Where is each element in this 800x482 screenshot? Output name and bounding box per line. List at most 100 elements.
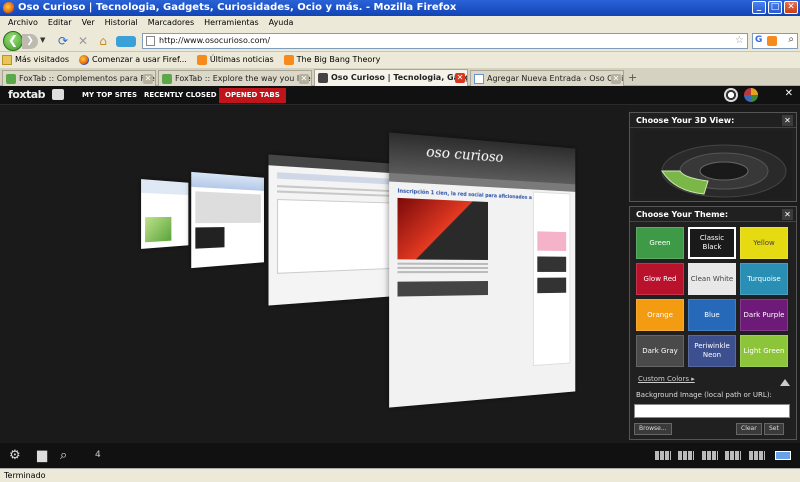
tab-preview-1[interactable]	[141, 179, 188, 249]
settings-gear-icon[interactable]: ⚙	[9, 448, 21, 463]
minimize-button[interactable]: _	[752, 1, 766, 14]
scroll-up-icon[interactable]	[780, 379, 790, 386]
preview-banner	[398, 198, 488, 260]
layout-grid-icon[interactable]	[702, 451, 718, 460]
theme-light-green[interactable]: Light Green	[740, 335, 788, 367]
theme-turquoise[interactable]: Turquoise	[740, 263, 788, 295]
tab-opened-tabs[interactable]: OPENED TABS	[219, 88, 286, 103]
firefox-window: Oso Curioso | Tecnologia, Gadgets, Curio…	[0, 0, 800, 482]
bookmark-big-bang-theory[interactable]: The Big Bang Theory	[284, 52, 381, 68]
tab-preview-oso-curioso[interactable]: oso curioso Inscripción 1 cien, la red s…	[389, 132, 575, 407]
briefcase-icon[interactable]: ▆	[37, 448, 47, 463]
foxtab-icon	[162, 74, 172, 84]
bookmark-ultimas-noticias[interactable]: Últimas noticias	[197, 52, 274, 68]
theme-glow-red[interactable]: Glow Red	[636, 263, 684, 295]
stop-icon[interactable]: ✕	[76, 34, 90, 48]
close-icon[interactable]: ✕	[782, 209, 793, 220]
tab-count: 4	[95, 450, 101, 460]
menu-marcadores[interactable]: Marcadores	[143, 16, 199, 30]
theme-orange[interactable]: Orange	[636, 299, 684, 331]
theme-yellow[interactable]: Yellow	[740, 227, 788, 259]
foxtab-icon	[6, 74, 16, 84]
menu-editar[interactable]: Editar	[43, 16, 77, 30]
bookmark-comenzar[interactable]: Comenzar a usar Firef...	[79, 52, 187, 68]
theme-periwinkle-neon[interactable]: Periwinkle Neon	[688, 335, 736, 367]
back-button[interactable]: ❮	[3, 31, 23, 51]
theme-blue[interactable]: Blue	[688, 299, 736, 331]
3d-view-dial[interactable]	[634, 131, 792, 199]
firefox-icon	[79, 55, 89, 65]
tabs-3d-stage: oso curioso Inscripción 1 cien, la red s…	[0, 105, 628, 443]
view-panel-title: Choose Your 3D View:	[636, 116, 734, 125]
foxtab-bottom-toolbar: ⚙ ▆ ⌕ 4	[0, 443, 800, 468]
background-image-input[interactable]	[634, 404, 790, 418]
foxtab-button-icon[interactable]	[116, 36, 136, 47]
menu-historial[interactable]: Historial	[100, 16, 143, 30]
maximize-button[interactable]: □	[768, 1, 782, 14]
tab-close-icon[interactable]: ✕	[611, 74, 621, 84]
folder-icon	[2, 55, 12, 65]
3d-view-selector[interactable]	[634, 131, 792, 199]
forward-button[interactable]: ❯	[22, 34, 38, 49]
menu-bar: Archivo Editar Ver Historial Marcadores …	[0, 16, 800, 30]
reload-icon[interactable]: ⟳	[56, 34, 70, 48]
url-text: http://www.osocurioso.com/	[159, 36, 270, 45]
tab-close-icon[interactable]: ✕	[143, 74, 153, 84]
google-icon: G	[755, 35, 762, 45]
layout-row-icon[interactable]	[678, 451, 694, 460]
layout-3d-icon[interactable]	[775, 451, 791, 460]
menu-ver[interactable]: Ver	[77, 16, 100, 30]
menu-herramientas[interactable]: Herramientas	[199, 16, 264, 30]
bookmark-star-icon[interactable]: ☆	[735, 34, 744, 48]
tab-preview-2[interactable]	[191, 172, 264, 268]
layout-stack-icon[interactable]	[749, 451, 765, 460]
close-window-button[interactable]: ✕	[784, 1, 798, 14]
close-foxtab-icon[interactable]: ✕	[785, 88, 793, 99]
theme-grid: Green Classic Black Yellow Glow Red Clean Wh…	[636, 227, 792, 367]
menu-archivo[interactable]: Archivo	[3, 16, 43, 30]
tab-foxtab-explore[interactable]: FoxTab :: Explore the way you like it ✕	[158, 70, 312, 86]
tab-oso-curioso[interactable]: Oso Curioso | Tecnologia, Gadget... ✕	[314, 69, 468, 86]
tab-close-icon[interactable]: ✕	[299, 74, 309, 84]
menu-ayuda[interactable]: Ayuda	[264, 16, 299, 30]
search-box[interactable]: G ⌕	[752, 33, 798, 49]
theme-green[interactable]: Green	[636, 227, 684, 259]
tab-foxtab-complementos[interactable]: FoxTab :: Complementos para Firefox ✕	[2, 70, 156, 86]
tab-agregar-entrada[interactable]: Agregar Nueva Entrada ‹ Oso Curioso ... …	[470, 70, 624, 86]
tab-close-icon[interactable]: ✕	[455, 73, 465, 83]
search-icon[interactable]: ⌕	[788, 34, 794, 45]
clear-button[interactable]: Clear	[736, 423, 762, 435]
new-tab-button[interactable]: +	[628, 71, 637, 84]
theme-panel-title: Choose Your Theme:	[636, 210, 728, 219]
bookmark-mas-visitados[interactable]: Más visitados	[2, 52, 69, 68]
theme-clean-white[interactable]: Clean White	[688, 263, 736, 295]
theme-classic-black[interactable]: Classic Black	[688, 227, 736, 259]
foxtab-menu-icon[interactable]	[52, 89, 64, 100]
theme-dark-purple[interactable]: Dark Purple	[740, 299, 788, 331]
theme-icon[interactable]	[744, 88, 758, 102]
custom-colors-link[interactable]: Custom Colors ▸	[638, 375, 695, 383]
oso-curioso-icon	[318, 73, 328, 83]
history-dropdown-icon[interactable]: ▼	[40, 36, 45, 44]
page-icon	[146, 36, 155, 46]
firefox-icon	[3, 2, 15, 14]
rss-icon[interactable]	[767, 36, 777, 46]
foxtab-header: foxtab MY TOP SITES RECENTLY CLOSED OPEN…	[0, 86, 800, 105]
document-icon	[474, 74, 484, 84]
tab-my-top-sites[interactable]: MY TOP SITES	[76, 88, 143, 103]
url-bar[interactable]: http://www.osocurioso.com/ ☆	[142, 33, 748, 49]
set-button[interactable]: Set	[764, 423, 784, 435]
layout-carousel-icon[interactable]	[655, 451, 671, 460]
search-icon[interactable]: ⌕	[60, 448, 67, 463]
tab-preview-3[interactable]	[269, 154, 408, 305]
choose-theme-panel: Choose Your Theme: ✕ Green Classic Black Y…	[629, 206, 797, 440]
browse-button[interactable]: Browse...	[634, 423, 672, 435]
view-mode-icon[interactable]	[724, 88, 738, 102]
layout-wall-icon[interactable]	[725, 451, 741, 460]
rss-icon	[284, 55, 294, 65]
tab-recently-closed[interactable]: RECENTLY CLOSED	[138, 88, 223, 103]
home-icon[interactable]: ⌂	[96, 34, 110, 48]
foxtab-logo: foxtab	[8, 88, 45, 101]
close-icon[interactable]: ✕	[782, 115, 793, 126]
theme-dark-gray[interactable]: Dark Gray	[636, 335, 684, 367]
